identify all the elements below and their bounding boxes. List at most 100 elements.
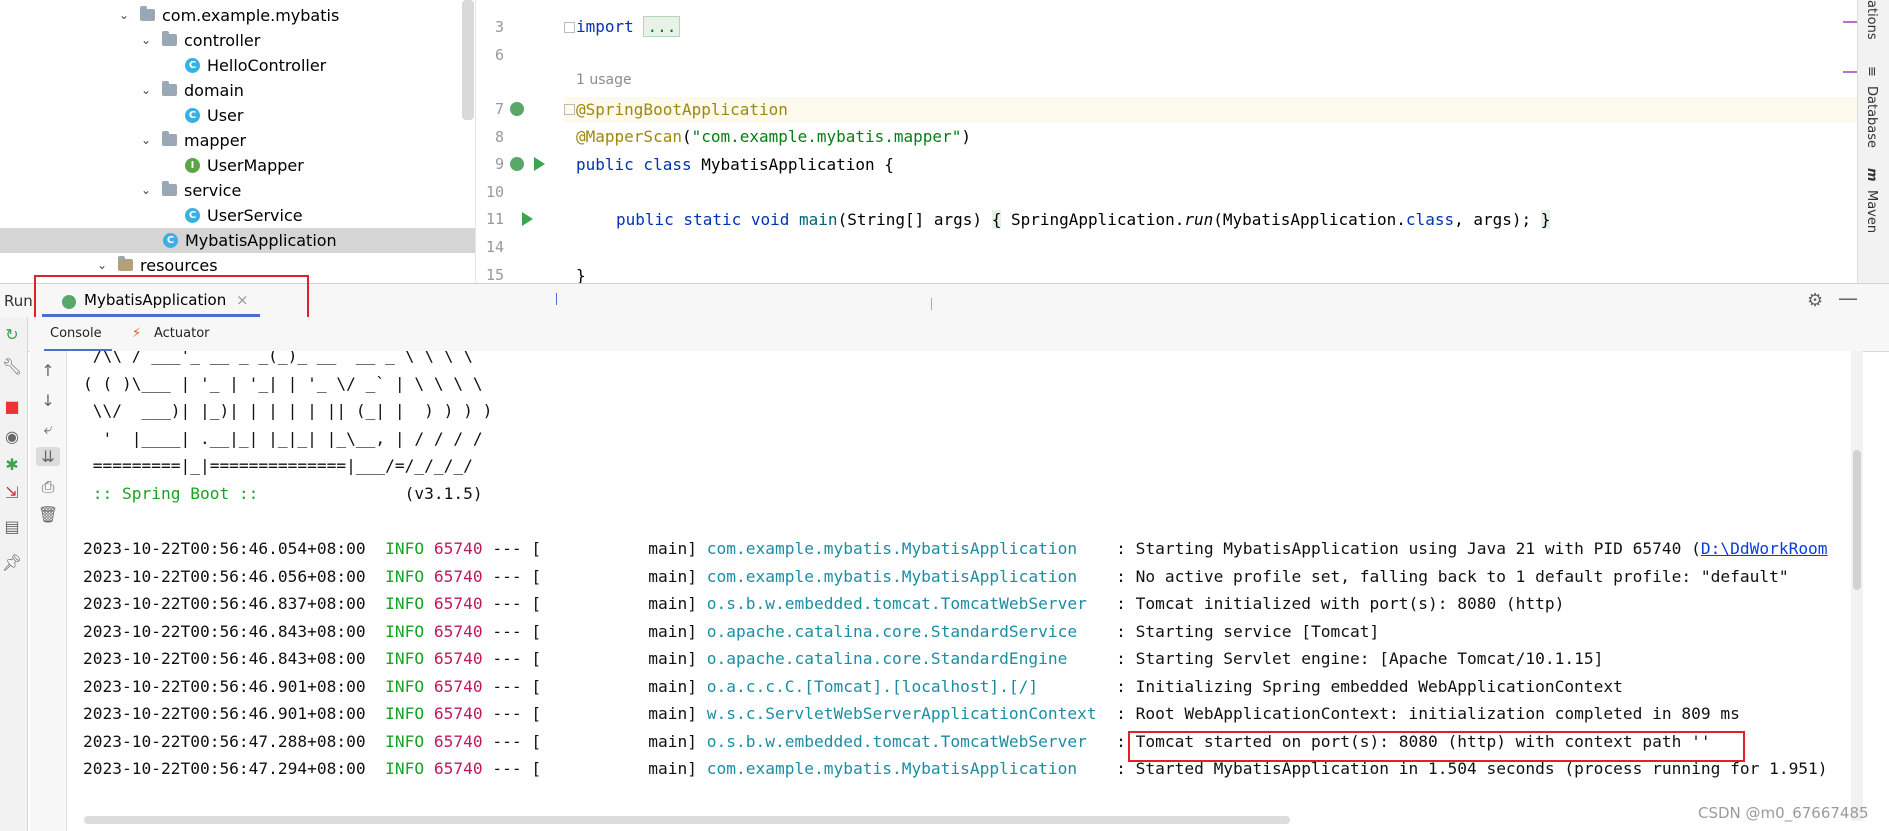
pin-icon[interactable]: 📌︎ <box>0 553 24 572</box>
paren: ) <box>961 127 971 146</box>
fold-icon[interactable] <box>564 104 575 115</box>
chevron-down-icon[interactable]: ⌄ <box>118 3 130 28</box>
keyword: class <box>1405 210 1455 229</box>
log-thread: --- [ main] <box>492 759 698 778</box>
brace: { <box>991 210 1002 229</box>
log-line: 2023-10-22T00:56:46.837+08:00 INFO 65740… <box>83 594 1564 613</box>
scroll-to-end-icon[interactable]: ⇊ <box>36 447 60 466</box>
soft-wrap-icon[interactable]: ⤶ <box>36 419 60 439</box>
log-line: 2023-10-22T00:56:46.901+08:00 INFO 65740… <box>83 677 1623 696</box>
log-path-link[interactable]: D:\DdWorkRoom <box>1701 539 1828 558</box>
tree-item-package[interactable]: ⌄ controller <box>0 28 475 53</box>
code-line-main: public static void main(String[] args) {… <box>616 210 1551 229</box>
tree-item-class[interactable]: C HelloController <box>0 53 475 78</box>
tree-item-interface[interactable]: I UserMapper <box>0 153 475 178</box>
usage-hint[interactable]: 1 usage <box>576 72 632 88</box>
log-timestamp: 2023-10-22T00:56:46.901+08:00 <box>83 676 366 696</box>
log-timestamp: 2023-10-22T00:56:46.843+08:00 <box>83 621 366 641</box>
log-timestamp: 2023-10-22T00:56:47.294+08:00 <box>83 759 366 778</box>
log-line: 2023-10-22T00:56:46.901+08:00 INFO 65740… <box>83 704 1740 723</box>
stop-icon[interactable]: ■ <box>0 397 24 416</box>
arrow-down-icon[interactable]: ↓ <box>36 391 60 410</box>
tree-item-label: HelloController <box>207 56 327 75</box>
arrow-up-icon[interactable]: ↑ <box>36 361 60 380</box>
code-editor[interactable]: 3 6 7 8 9 10 11 14 15 import ... 1 usage… <box>476 0 1889 283</box>
tool-tab-maven[interactable]: Maven <box>1864 190 1879 233</box>
line-number: 15 <box>485 266 504 283</box>
gear-icon[interactable]: ⚙ <box>1807 290 1823 311</box>
highlight-box <box>1128 731 1745 762</box>
log-line: 2023-10-22T00:56:46.843+08:00 INFO 65740… <box>83 622 1379 641</box>
minimize-icon[interactable]: — <box>1838 286 1858 310</box>
line-number: 8 <box>494 128 504 146</box>
debug-icon[interactable]: ✱ <box>0 455 24 474</box>
package-icon <box>162 81 177 96</box>
tree-item-package[interactable]: ⌄ service <box>0 178 475 203</box>
log-pid: 65740 <box>433 539 483 558</box>
tree-item-class[interactable]: C User <box>0 103 475 128</box>
log-level: INFO <box>385 594 425 613</box>
scroll-marker <box>1843 21 1857 23</box>
scrollbar-thumb[interactable] <box>1853 450 1861 590</box>
package-icon <box>162 131 177 146</box>
tree-item-package[interactable]: ⌄ domain <box>0 78 475 103</box>
log-logger: o.apache.catalina.core.StandardEngine <box>706 649 1107 668</box>
spring-boot-label: :: Spring Boot :: <box>83 484 269 503</box>
divider <box>931 298 932 310</box>
class-icon: C <box>185 58 200 73</box>
spring-bean-icon[interactable] <box>510 157 524 171</box>
fold-icon[interactable] <box>564 22 575 33</box>
rerun-icon[interactable]: ↻ <box>0 325 24 344</box>
chevron-down-icon[interactable]: ⌄ <box>140 78 152 103</box>
banner-line: =========|_|==============|___/=/_/_/_/ <box>83 456 473 475</box>
tab-actuator[interactable]: Actuator <box>154 326 210 341</box>
exit-icon[interactable]: ⇲ <box>0 483 24 502</box>
tree-scrollbar[interactable] <box>462 0 474 120</box>
chevron-down-icon[interactable]: ⌄ <box>140 128 152 153</box>
run-gutter-icon[interactable] <box>534 157 545 171</box>
line-number: 7 <box>494 100 504 118</box>
log-pid: 65740 <box>433 566 483 586</box>
tree-item-package[interactable]: ⌄ com.example.mybatis <box>0 3 475 28</box>
console-toolbar: ↑ ↓ ⤶ ⇊ ⎙ 🗑︎ <box>30 351 67 831</box>
log-pid: 65740 <box>433 594 483 613</box>
wrench-icon[interactable]: 🔧︎ <box>0 357 24 376</box>
brace: } <box>1540 210 1551 229</box>
log-line: 2023-10-22T00:56:46.056+08:00 INFO 65740… <box>83 567 1789 586</box>
trash-icon[interactable]: 🗑︎ <box>36 505 60 524</box>
paren: ( <box>681 127 692 146</box>
tree-item-package[interactable]: ⌄ mapper <box>0 128 475 153</box>
log-thread: --- [ main] <box>492 539 698 558</box>
banner-line: ' |____| .__|_| |_|_| |_\__, | / / / / <box>83 429 483 448</box>
tree-item-label: mapper <box>184 131 247 150</box>
layout-icon[interactable]: ▤ <box>0 517 24 536</box>
banner-line: \\/ ___)| |_)| | | | | || (_| | ) ) ) ) <box>83 401 493 420</box>
camera-icon[interactable]: ◉ <box>0 427 24 446</box>
log-message: : No active profile set, falling back to… <box>1116 566 1789 586</box>
tree-item-class[interactable]: C UserService <box>0 203 475 228</box>
log-pid: 65740 <box>433 731 483 751</box>
code-line-annotation: @MapperScan("com.example.mybatis.mapper"… <box>576 127 971 146</box>
package-icon <box>162 31 177 46</box>
chevron-down-icon[interactable]: ⌄ <box>140 28 152 53</box>
console-horizontal-scrollbar[interactable] <box>84 816 1290 824</box>
interface-icon: I <box>185 158 200 173</box>
scroll-marker <box>1843 71 1857 73</box>
tree-item-class-selected[interactable]: C MybatisApplication <box>0 228 475 253</box>
chevron-down-icon[interactable]: ⌄ <box>140 178 152 203</box>
print-icon[interactable]: ⎙ <box>36 477 60 497</box>
spring-bean-icon[interactable] <box>510 102 524 116</box>
run-gutter-icon[interactable] <box>522 212 533 226</box>
tab-console[interactable]: Console <box>50 326 102 341</box>
tool-tab-notifications[interactable]: ations <box>1864 0 1879 40</box>
tree-item-label: UserService <box>207 206 303 225</box>
tree-item-label: UserMapper <box>207 156 304 175</box>
log-timestamp: 2023-10-22T00:56:46.843+08:00 <box>83 649 366 668</box>
log-level: INFO <box>385 704 425 723</box>
tool-tab-database[interactable]: Database <box>1864 86 1879 148</box>
folded-imports[interactable]: ... <box>643 16 681 37</box>
log-level: INFO <box>385 649 425 668</box>
actuator-icon: ⚡ <box>132 326 142 341</box>
maven-icon: m <box>1864 168 1879 182</box>
brace: } <box>576 266 586 283</box>
